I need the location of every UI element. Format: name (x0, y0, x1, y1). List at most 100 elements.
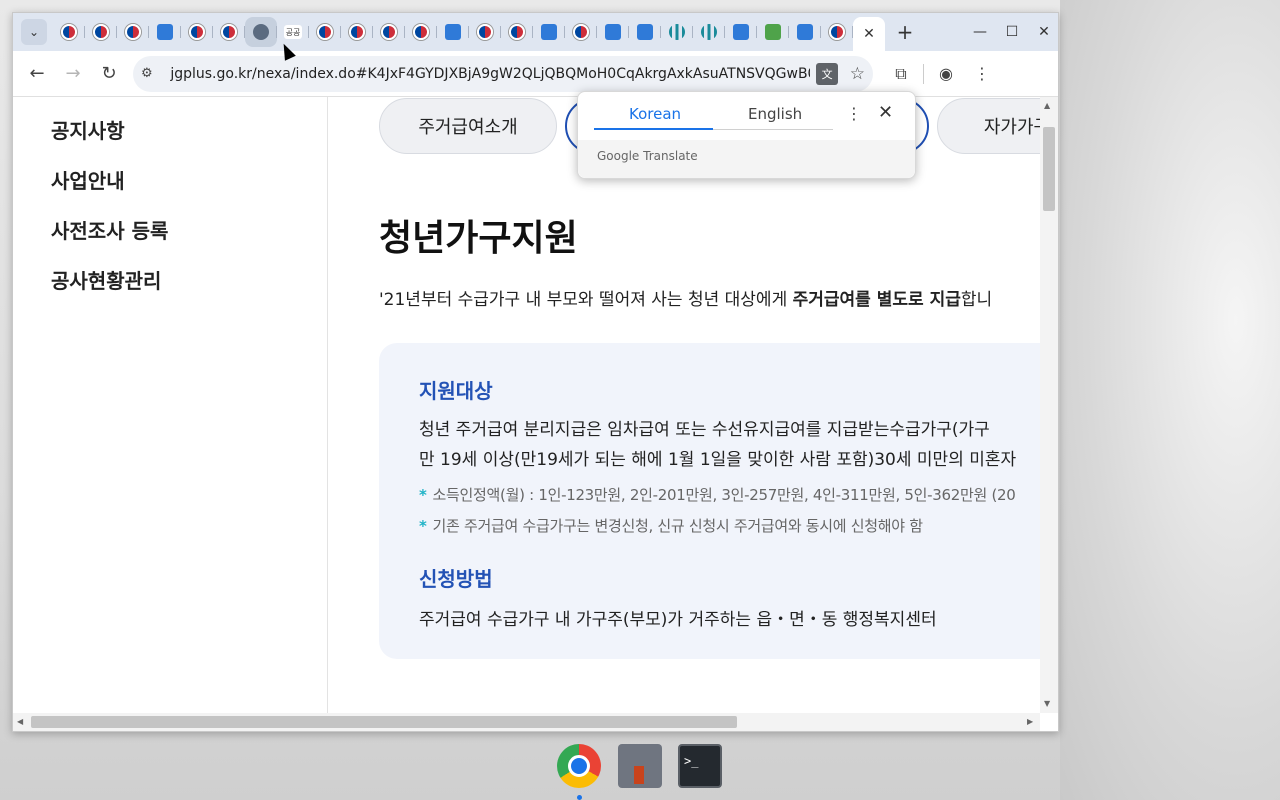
translate-popup: Korean English ⋮ ✕ Google Translate (577, 91, 916, 179)
profile-button[interactable]: ◉ (928, 56, 964, 92)
network-taskbar-icon[interactable] (618, 744, 662, 788)
sidebar-item-construction[interactable]: 공사현황관리 (51, 265, 161, 294)
globe-favicon-icon (253, 24, 269, 40)
scroll-right-arrow-icon[interactable]: ▶ (1027, 717, 1033, 726)
scroll-left-arrow-icon[interactable]: ◀ (17, 717, 23, 726)
browser-tab[interactable] (437, 17, 469, 47)
browser-tab[interactable] (85, 17, 117, 47)
horizontal-scrollbar[interactable]: ◀ ▶ (13, 713, 1040, 731)
browser-tab[interactable] (501, 17, 533, 47)
browser-tab[interactable] (533, 17, 565, 47)
lh-favicon-icon (797, 24, 813, 40)
url-text[interactable]: jgplus.go.kr/nexa/index.do#K4JxF4GYDJXBj… (170, 66, 810, 82)
browser-tab[interactable] (373, 17, 405, 47)
intro-prefix: '21년부터 수급가구 내 부모와 떨어져 사는 청년 대상에게 (379, 290, 793, 310)
gov-favicon-icon (381, 24, 397, 40)
tab-search-button[interactable]: ⌄ (21, 19, 47, 45)
browser-tab[interactable] (405, 17, 437, 47)
minimize-button[interactable]: — (964, 17, 996, 47)
browser-tab[interactable] (789, 17, 821, 47)
browser-tab[interactable] (565, 17, 597, 47)
chevron-down-icon: ⌄ (28, 25, 40, 39)
section-target-line1: 청년 주거급여 분리지급은 임차급여 또는 수선유지급여를 지급받는수급가구(가… (419, 420, 990, 440)
horizontal-scroll-thumb[interactable] (31, 716, 737, 728)
translate-options-icon[interactable]: ⋮ (846, 104, 862, 123)
chrome-taskbar-icon[interactable] (557, 744, 601, 788)
translate-tab-korean[interactable]: Korean (629, 105, 681, 123)
bookmark-star-icon[interactable]: ☆ (850, 64, 865, 84)
gov-favicon-icon (573, 24, 589, 40)
browser-tab[interactable] (309, 17, 341, 47)
bullet-apply-note: * 기존 주거급여 수급가구는 변경신청, 신규 신청시 주거급여와 동시에 신청… (419, 515, 923, 536)
browser-tab[interactable] (149, 17, 181, 47)
browser-tab[interactable] (821, 17, 853, 47)
browser-tab[interactable] (757, 17, 789, 47)
sidebar-item-business[interactable]: 사업안내 (51, 165, 125, 194)
page-title: 청년가구지원 (379, 218, 578, 259)
page-viewport: 공지사항 사업안내 사전조사 등록 공사현황관리 주거급여소개 자가가구 청년가… (13, 97, 1040, 713)
maximize-button[interactable]: ☐ (996, 17, 1028, 47)
browser-tab[interactable] (629, 17, 661, 47)
translate-icon[interactable]: 文 (816, 62, 838, 85)
new-tab-button[interactable]: + (889, 17, 921, 47)
section-method-line1: 주거급여 수급가구 내 가구주(부모)가 거주하는 읍・면・동 행정복지센터 (419, 610, 937, 630)
close-window-button[interactable]: ✕ (1028, 17, 1058, 47)
main-content: 주거급여소개 자가가구 청년가구지원 '21년부터 수급가구 내 부모와 떨어져… (328, 97, 1040, 713)
tab-pill-owner[interactable]: 자가가구 (937, 98, 1040, 154)
address-bar[interactable]: ⚙ jgplus.go.kr/nexa/index.do#K4JxF4GYDJX… (133, 55, 873, 92)
info-box: 지원대상 청년 주거급여 분리지급은 임차급여 또는 수선유지급여를 지급받는수… (379, 343, 1040, 659)
browser-tab[interactable] (597, 17, 629, 47)
browser-tab[interactable] (117, 17, 149, 47)
tab-pill-intro[interactable]: 주거급여소개 (379, 98, 557, 154)
terminal-taskbar-icon[interactable]: >_ (678, 744, 722, 788)
profile-icon: ◉ (939, 64, 953, 83)
lh-favicon-icon (733, 24, 749, 40)
browser-tab[interactable] (245, 17, 277, 47)
browser-tab[interactable] (469, 17, 501, 47)
gov-favicon-icon (125, 24, 141, 40)
back-button[interactable]: ← (19, 56, 55, 92)
browser-tab[interactable] (181, 17, 213, 47)
bullet-apply-text: 기존 주거급여 수급가구는 변경신청, 신규 신청시 주거급여와 동시에 신청해… (432, 517, 923, 535)
active-browser-tab[interactable]: ✕ (853, 17, 885, 51)
arrow-right-icon: → (65, 63, 81, 84)
chrome-center (568, 755, 590, 777)
browser-tab[interactable] (725, 17, 757, 47)
tab-strip: ⌄ 공공 ✕ + — ☐ ✕ (13, 13, 1058, 51)
sidebar-item-survey[interactable]: 사전조사 등록 (51, 215, 168, 244)
section-title-target: 지원대상 (419, 379, 493, 403)
reload-button[interactable]: ↻ (91, 56, 127, 92)
translate-tab-english[interactable]: English (748, 105, 802, 123)
gov-favicon-icon (189, 24, 205, 40)
scroll-up-arrow-icon[interactable]: ▲ (1044, 101, 1050, 110)
extensions-button[interactable]: ⧉ (883, 56, 919, 92)
browser-tab[interactable]: 공공 (277, 17, 309, 47)
puzzle-icon: ⧉ (895, 63, 907, 83)
browser-tab[interactable] (661, 17, 693, 47)
browser-tab[interactable] (693, 17, 725, 47)
bars-favicon-icon (701, 24, 717, 40)
gov-favicon-icon (477, 24, 493, 40)
scroll-down-arrow-icon[interactable]: ▼ (1044, 699, 1050, 708)
site-info-icon[interactable]: ⚙ (141, 66, 162, 81)
lh-favicon-icon (157, 24, 173, 40)
sidebar-item-notice[interactable]: 공지사항 (51, 115, 125, 144)
arrow-left-icon: ← (29, 63, 45, 84)
browser-tab[interactable] (213, 17, 245, 47)
gov-favicon-icon (509, 24, 525, 40)
close-tab-icon[interactable]: ✕ (863, 26, 875, 42)
browser-tab[interactable] (53, 17, 85, 47)
vertical-scrollbar[interactable]: ▲ ▼ (1040, 97, 1058, 713)
gov-favicon-icon (221, 24, 237, 40)
desktop-background (1060, 0, 1280, 800)
browser-tab[interactable] (341, 17, 373, 47)
vertical-scroll-thumb[interactable] (1043, 127, 1055, 211)
forward-button[interactable]: → (55, 56, 91, 92)
close-icon: ✕ (1038, 24, 1050, 40)
minimize-icon: — (973, 24, 987, 40)
bullet-income: * 소득인정액(월) : 1인-123만원, 2인-201만원, 3인-257만원… (419, 484, 1016, 505)
lh-favicon-icon (445, 24, 461, 40)
menu-button[interactable]: ⋮ (964, 56, 1000, 92)
bars-favicon-icon (669, 24, 685, 40)
translate-close-icon[interactable]: ✕ (878, 102, 893, 123)
